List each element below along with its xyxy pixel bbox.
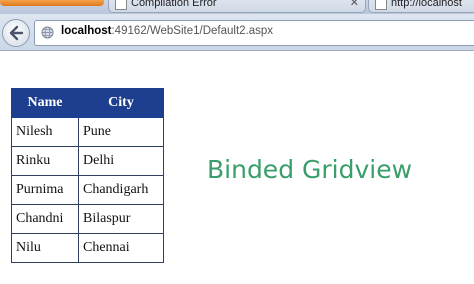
tab-label: http://localhost xyxy=(391,0,462,9)
cell-name: Nilesh xyxy=(11,117,79,147)
cell-city: Chennai xyxy=(78,233,164,263)
url-path: :49162/WebSite1/Default2.aspx xyxy=(111,25,274,37)
column-header-name: Name xyxy=(11,88,79,118)
table-row: Nilesh Pune xyxy=(11,117,164,147)
tab-localhost[interactable]: http://localhost xyxy=(368,0,474,13)
table-row: Chandni Bilaspur xyxy=(11,204,164,234)
address-bar[interactable]: localhost:49162/WebSite1/Default2.aspx xyxy=(34,20,474,46)
cell-name: Rinku xyxy=(11,146,79,176)
page-icon xyxy=(115,0,127,10)
cell-city: Chandigarh xyxy=(78,175,164,205)
cell-city: Delhi xyxy=(78,146,164,176)
navigation-toolbar: localhost:49162/WebSite1/Default2.aspx xyxy=(0,14,474,51)
back-arrow-icon xyxy=(9,25,24,41)
tab-strip: Compilation Error ✕ http://localhost xyxy=(0,0,474,14)
table-row: Purnima Chandigarh xyxy=(11,175,164,205)
page-heading: Binded Gridview xyxy=(207,155,413,184)
url-text: localhost:49162/WebSite1/Default2.aspx xyxy=(61,25,273,37)
page-icon xyxy=(375,0,387,10)
tab-compilation-error[interactable]: Compilation Error ✕ xyxy=(108,0,366,13)
column-header-city: City xyxy=(78,88,164,118)
cell-city: Bilaspur xyxy=(78,204,164,234)
cell-name: Nilu xyxy=(11,233,79,263)
table-row: Nilu Chennai xyxy=(11,233,164,263)
cell-city: Pune xyxy=(78,117,164,147)
tab-label: Compilation Error xyxy=(131,0,217,9)
globe-icon xyxy=(41,26,54,39)
active-tab[interactable] xyxy=(0,0,104,6)
cell-name: Chandni xyxy=(11,204,79,234)
cell-name: Purnima xyxy=(11,175,79,205)
back-button[interactable] xyxy=(2,19,30,47)
page-content: Name City Nilesh Pune Rinku Delhi Purnim… xyxy=(0,51,474,284)
table-row: Rinku Delhi xyxy=(11,146,164,176)
url-host: localhost xyxy=(61,25,112,37)
data-grid: Name City Nilesh Pune Rinku Delhi Purnim… xyxy=(11,88,164,263)
grid-header-row: Name City xyxy=(11,88,164,118)
close-icon[interactable]: ✕ xyxy=(350,0,359,11)
